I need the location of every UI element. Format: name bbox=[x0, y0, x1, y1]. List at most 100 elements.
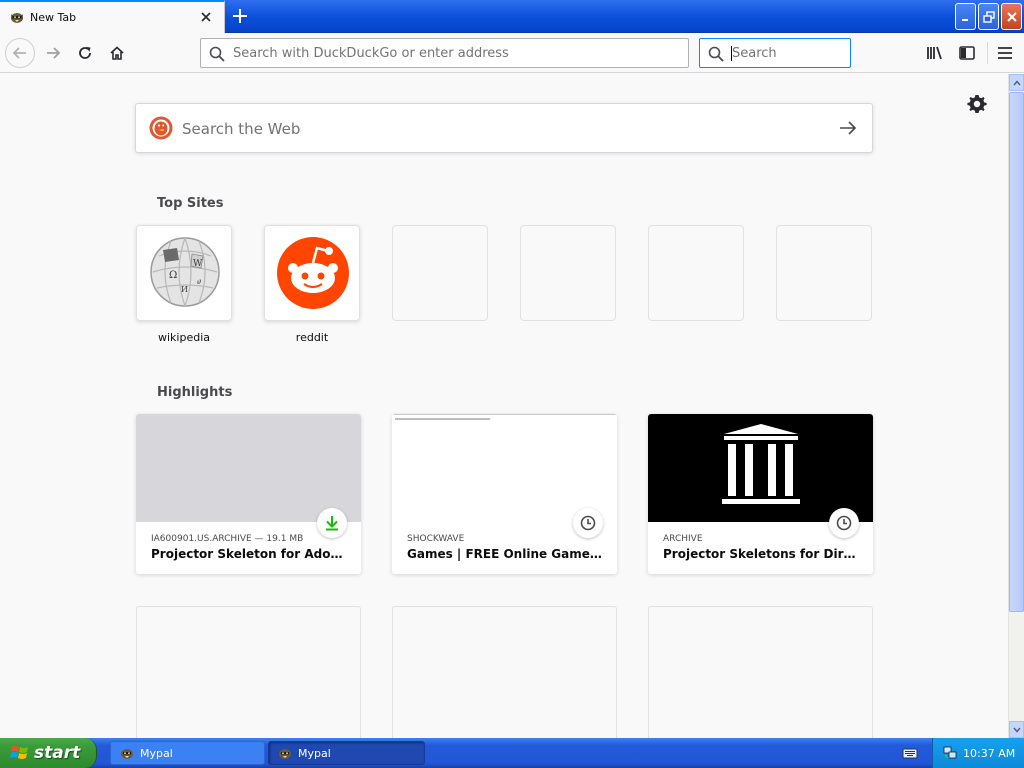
close-tab-icon[interactable] bbox=[200, 11, 212, 23]
highlight-title: Projector Skeletons for Director… bbox=[663, 547, 863, 561]
new-tab-button[interactable] bbox=[228, 4, 252, 28]
wikipedia-globe-icon: Ω W И ሀ bbox=[150, 237, 220, 307]
top-site-empty-slot bbox=[776, 225, 872, 321]
forward-arrow-icon bbox=[47, 47, 61, 59]
top-site-empty-slot bbox=[648, 225, 744, 321]
scroll-up-button[interactable] bbox=[1009, 74, 1024, 91]
gear-icon[interactable] bbox=[967, 94, 987, 114]
download-icon bbox=[326, 516, 338, 531]
start-label: start bbox=[34, 743, 81, 763]
mypal-raccoon-icon bbox=[279, 749, 291, 759]
tab-title: New Tab bbox=[30, 11, 77, 24]
scrollbar-thumb[interactable] bbox=[1009, 92, 1024, 612]
search-icon bbox=[209, 46, 225, 62]
chevron-down-icon bbox=[1012, 727, 1021, 733]
vertical-scrollbar[interactable] bbox=[1008, 74, 1024, 738]
top-site-label: reddit bbox=[295, 331, 329, 344]
web-search-placeholder: Search the Web bbox=[182, 120, 301, 138]
highlight-source: ARCHIVE bbox=[663, 534, 703, 544]
web-search-box[interactable]: Search the Web bbox=[135, 103, 873, 153]
top-site-empty-slot bbox=[392, 225, 488, 321]
network-icon[interactable] bbox=[943, 746, 957, 760]
mypal-raccoon-icon bbox=[121, 749, 133, 759]
highlight-thumbnail bbox=[392, 414, 617, 522]
plus-icon bbox=[233, 9, 247, 23]
sidebar-icon bbox=[959, 46, 975, 60]
system-clock: 10:37 AM bbox=[963, 746, 1016, 760]
svg-text:Ω: Ω bbox=[169, 270, 177, 281]
text-caret bbox=[731, 46, 732, 61]
sidebar-button[interactable] bbox=[953, 38, 981, 68]
title-bar: New Tab bbox=[0, 0, 1024, 33]
svg-text:ሀ: ሀ bbox=[197, 277, 201, 286]
system-tray: 10:37 AM bbox=[932, 738, 1024, 768]
clock-icon bbox=[580, 515, 596, 531]
minimize-button[interactable] bbox=[955, 3, 976, 30]
address-bar[interactable]: Search with DuckDuckGo or enter address bbox=[200, 38, 689, 68]
highlight-source: IA600901.US.ARCHIVE — 19.1 MB bbox=[151, 534, 304, 544]
library-icon bbox=[927, 46, 942, 60]
windows-logo-icon bbox=[10, 746, 28, 759]
hamburger-menu-icon bbox=[998, 47, 1012, 59]
highlight-title: Projector Skeleton for Adobe Di… bbox=[151, 547, 351, 561]
highlight-source: SHOCKWAVE bbox=[407, 534, 465, 544]
highlight-thumbnail bbox=[648, 414, 873, 522]
home-button[interactable] bbox=[102, 38, 132, 68]
history-badge bbox=[573, 508, 603, 538]
library-button[interactable] bbox=[921, 38, 949, 68]
highlights-heading: Highlights bbox=[157, 385, 233, 400]
duckduckgo-icon bbox=[149, 116, 173, 140]
address-bar-placeholder: Search with DuckDuckGo or enter address bbox=[233, 46, 509, 61]
restore-button[interactable] bbox=[978, 3, 999, 30]
new-tab-page: Search the Web Top Sites Ω W И ሀ wikiped… bbox=[0, 74, 1008, 738]
highlight-thumbnail bbox=[136, 414, 361, 522]
back-button[interactable] bbox=[5, 38, 35, 68]
tab-new-tab[interactable]: New Tab bbox=[0, 0, 225, 33]
download-badge bbox=[317, 508, 347, 538]
internet-archive-logo bbox=[722, 424, 800, 504]
navigation-toolbar: Search with DuckDuckGo or enter address … bbox=[0, 33, 1024, 73]
highlight-card[interactable]: SHOCKWAVE Games | FREE Online Games & D… bbox=[392, 414, 617, 574]
highlight-card[interactable]: IA600901.US.ARCHIVE — 19.1 MB Projector … bbox=[136, 414, 361, 574]
highlight-title: Games | FREE Online Games & D… bbox=[407, 547, 607, 561]
top-sites-heading: Top Sites bbox=[157, 196, 224, 211]
reddit-alien-icon bbox=[277, 237, 349, 309]
reload-button[interactable] bbox=[70, 38, 100, 68]
taskbar-task-active[interactable]: Mypal bbox=[268, 741, 425, 765]
history-badge bbox=[829, 508, 859, 538]
top-site-label: wikipedia bbox=[157, 331, 210, 344]
top-site-wikipedia[interactable]: Ω W И ሀ bbox=[136, 225, 232, 321]
close-icon bbox=[1006, 11, 1017, 22]
highlight-card[interactable]: ARCHIVE Projector Skeletons for Director… bbox=[648, 414, 873, 574]
search-bar[interactable]: Search bbox=[699, 38, 851, 68]
search-icon bbox=[708, 46, 724, 62]
page-preview-text-line bbox=[395, 418, 490, 420]
svg-text:W: W bbox=[193, 259, 203, 269]
top-site-reddit[interactable] bbox=[264, 225, 360, 321]
taskbar-task[interactable]: Mypal bbox=[110, 741, 265, 765]
chevron-up-icon bbox=[1012, 79, 1021, 85]
start-button[interactable]: start bbox=[0, 738, 97, 768]
highlight-empty-slot bbox=[392, 606, 617, 738]
taskbar-task-label: Mypal bbox=[140, 746, 173, 760]
svg-text:И: И bbox=[181, 285, 188, 294]
home-icon bbox=[110, 46, 124, 60]
restore-icon bbox=[982, 10, 995, 23]
highlight-empty-slot bbox=[648, 606, 873, 738]
toolbar-divider bbox=[987, 42, 988, 64]
mypal-raccoon-icon bbox=[11, 13, 23, 23]
keyboard-language-icon[interactable] bbox=[902, 745, 918, 761]
reload-icon bbox=[79, 47, 91, 59]
search-bar-placeholder: Search bbox=[732, 46, 777, 61]
taskbar-task-label: Mypal bbox=[298, 746, 331, 760]
search-submit-arrow-icon[interactable] bbox=[838, 119, 858, 137]
top-site-empty-slot bbox=[520, 225, 616, 321]
window-close-button[interactable] bbox=[1001, 3, 1022, 30]
clock-icon bbox=[836, 515, 852, 531]
forward-button[interactable] bbox=[38, 38, 68, 68]
scroll-down-button[interactable] bbox=[1009, 721, 1024, 738]
taskbar: start Mypal Mypal 10:37 AM bbox=[0, 738, 1024, 768]
highlight-empty-slot bbox=[136, 606, 361, 738]
menu-button[interactable] bbox=[991, 38, 1019, 68]
minimize-icon bbox=[961, 18, 968, 21]
